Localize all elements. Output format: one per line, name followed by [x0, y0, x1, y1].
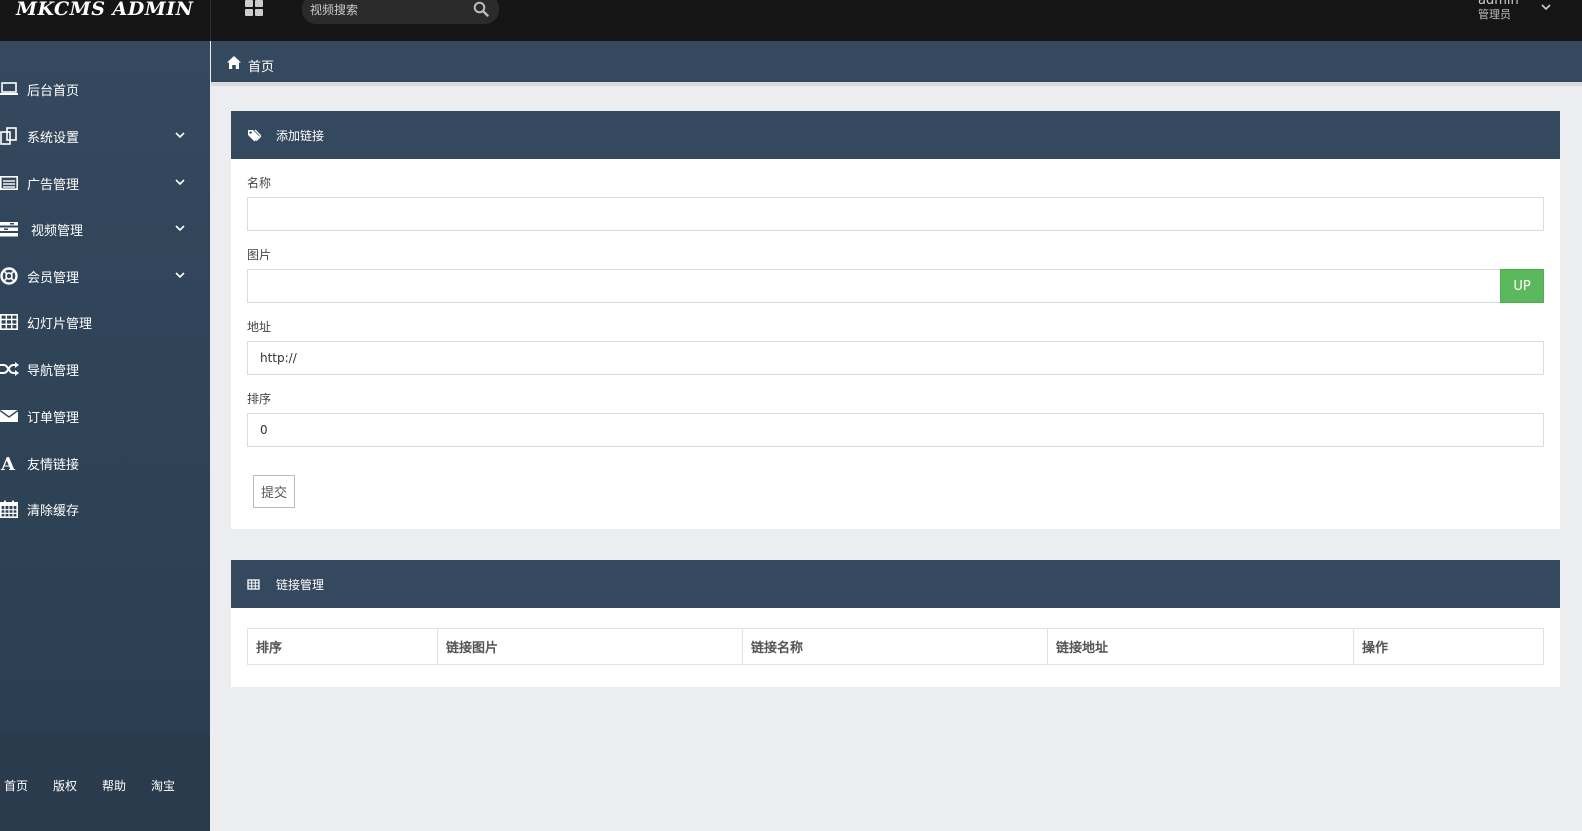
link-manage-panel: 链接管理 排序 链接图片 链接名称 链接地址 操作	[231, 560, 1560, 687]
panel-title: 添加链接	[276, 129, 325, 143]
sidebar-item-members[interactable]: 会员管理	[0, 255, 210, 295]
chevron-down-icon	[175, 272, 185, 279]
panel-header: 添加链接	[231, 111, 1560, 159]
sidebar-footer: 首页 版权 帮助 淘宝	[0, 731, 210, 831]
image-label: 图片	[247, 248, 272, 262]
tasks-icon	[0, 222, 18, 237]
upload-button[interactable]: UP	[1500, 269, 1544, 303]
submit-button[interactable]: 提交	[253, 475, 295, 508]
sidebar-item-friend-links[interactable]: A 友情链接	[0, 442, 210, 482]
footer-link-copyright[interactable]: 版权	[53, 777, 77, 794]
sidebar-item-slides[interactable]: 幻灯片管理	[0, 301, 210, 341]
panel-title: 链接管理	[276, 578, 325, 592]
search-icon[interactable]	[473, 1, 489, 17]
sidebar-item-label: 友情链接	[27, 458, 80, 473]
user-role: 管理员	[1478, 7, 1511, 21]
table-icon	[0, 313, 18, 330]
column-header-url[interactable]: 链接地址	[1047, 628, 1354, 665]
grid-menu-icon[interactable]	[245, 0, 265, 18]
chevron-down-icon	[175, 132, 185, 139]
list-alt-icon	[0, 175, 18, 190]
sidebar-item-dashboard[interactable]: 后台首页	[0, 68, 210, 108]
sidebar-item-label: 后台首页	[27, 84, 80, 99]
sidebar-item-videos[interactable]: 视频管理	[0, 208, 210, 248]
url-label: 地址	[247, 320, 272, 334]
column-header-actions[interactable]: 操作	[1353, 628, 1544, 665]
home-icon[interactable]	[226, 55, 242, 70]
sidebar-item-navigation[interactable]: 导航管理	[0, 348, 210, 388]
add-link-panel: 添加链接 名称 图片 UP 地址 排序 提交	[231, 111, 1560, 529]
table-header-row: 排序 链接图片 链接名称 链接地址 操作	[247, 628, 1544, 665]
column-header-image[interactable]: 链接图片	[437, 628, 743, 665]
sidebar-item-label: 会员管理	[27, 271, 80, 286]
url-field[interactable]	[247, 341, 1544, 375]
sidebar-item-label: 广告管理	[27, 178, 80, 193]
column-header-name[interactable]: 链接名称	[742, 628, 1048, 665]
copy-icon	[0, 127, 17, 145]
svg-text:A: A	[0, 454, 16, 472]
sidebar-item-system-settings[interactable]: 系统设置	[0, 115, 210, 155]
sidebar-item-label: 视频管理	[31, 224, 84, 239]
sort-label: 排序	[247, 392, 272, 406]
breadcrumb-home[interactable]: 首页	[248, 56, 274, 75]
search-input[interactable]	[310, 2, 470, 18]
sidebar-item-label: 系统设置	[27, 131, 80, 146]
chevron-down-icon	[175, 225, 185, 232]
logo-divider	[210, 0, 211, 41]
sidebar-item-label: 订单管理	[27, 411, 80, 426]
column-header-sort[interactable]: 排序	[247, 628, 438, 665]
name-label: 名称	[247, 176, 272, 190]
breadcrumb: 首页	[211, 41, 1582, 86]
sidebar: 后台首页 系统设置 广告管理 视频管理 会员管理 幻灯片管理 导航管理 订单管理…	[0, 41, 210, 831]
sidebar-item-orders[interactable]: 订单管理	[0, 395, 210, 435]
life-ring-icon	[0, 267, 18, 285]
top-bar: MKCMS ADMIN admin 管理员	[0, 0, 1582, 41]
panel-header: 链接管理	[231, 560, 1560, 608]
app-logo[interactable]: MKCMS ADMIN	[16, 0, 194, 24]
footer-link-taobao[interactable]: 淘宝	[151, 777, 175, 794]
chevron-down-icon[interactable]	[1540, 2, 1552, 12]
sidebar-item-label: 清除缓存	[27, 504, 80, 519]
random-icon	[0, 362, 19, 376]
sidebar-item-label: 导航管理	[27, 364, 80, 379]
table-icon	[247, 579, 260, 590]
footer-link-home[interactable]: 首页	[4, 777, 28, 794]
sort-field[interactable]	[247, 413, 1544, 447]
search-box	[302, 0, 499, 24]
sidebar-item-label: 幻灯片管理	[27, 317, 93, 332]
tags-icon	[248, 129, 261, 142]
sidebar-item-clear-cache[interactable]: 清除缓存	[0, 488, 210, 528]
sidebar-item-ads[interactable]: 广告管理	[0, 162, 210, 202]
font-icon: A	[0, 454, 16, 472]
calendar-icon	[0, 500, 18, 518]
name-field[interactable]	[247, 197, 1544, 231]
footer-link-help[interactable]: 帮助	[102, 777, 126, 794]
chevron-down-icon	[175, 179, 185, 186]
links-table: 排序 链接图片 链接名称 链接地址 操作	[247, 628, 1544, 665]
laptop-icon	[0, 82, 18, 95]
user-info[interactable]: admin 管理员	[1478, 0, 1519, 22]
image-field[interactable]	[247, 269, 1501, 303]
envelope-icon	[0, 409, 19, 422]
